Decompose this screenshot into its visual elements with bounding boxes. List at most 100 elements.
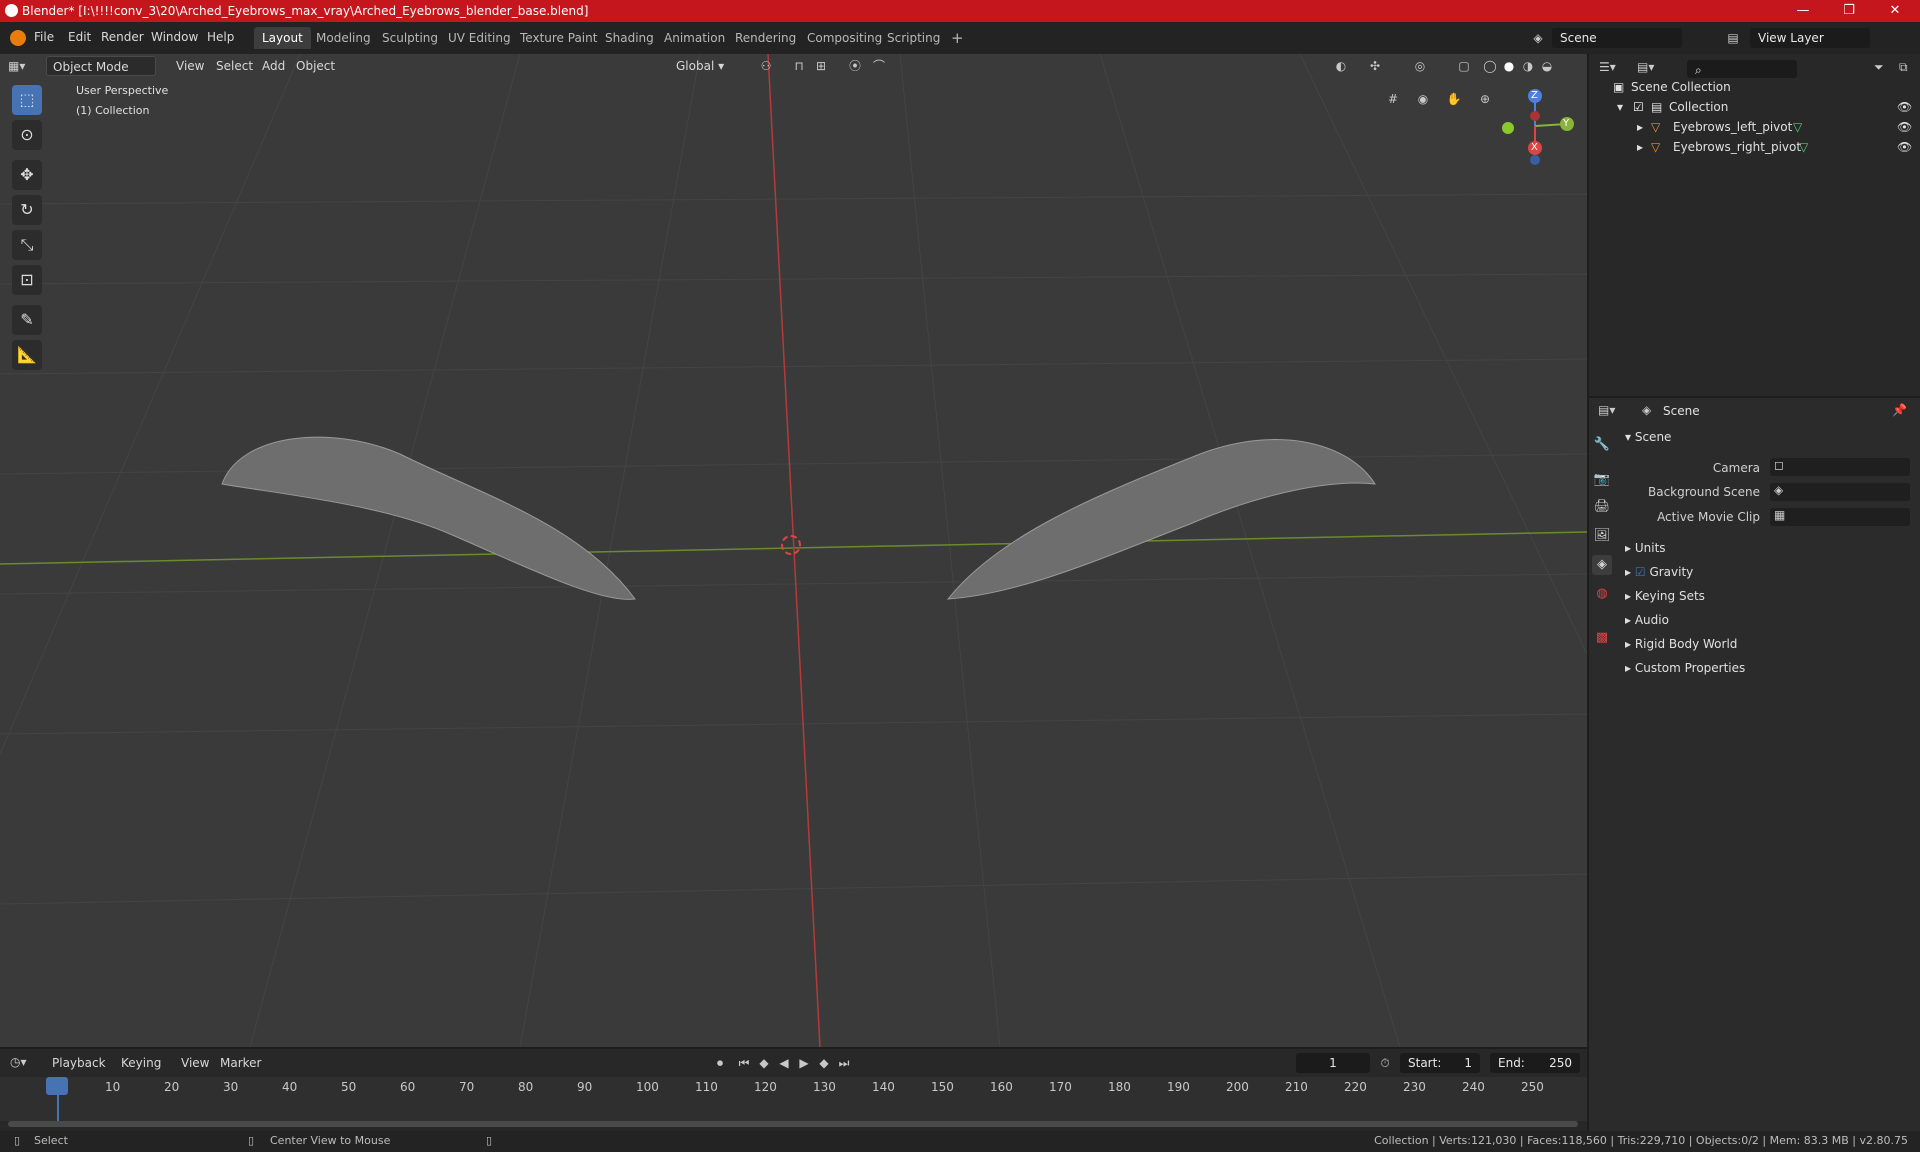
editor-type-icon[interactable]: ▦▾ <box>8 56 38 76</box>
play-icon[interactable]: ▶ <box>795 1054 813 1072</box>
expand-collection-icon[interactable]: ▾ <box>1617 97 1623 117</box>
display-mode-icon[interactable]: ▤▾ <box>1637 60 1667 78</box>
falloff-icon[interactable]: ⌒ <box>870 57 888 75</box>
scene-browse-icon[interactable]: ◈ <box>1528 28 1548 48</box>
menu-keying[interactable]: Keying <box>115 1053 167 1073</box>
transform-orientation-dropdown[interactable]: Global ▾ <box>670 56 730 76</box>
gravity-section[interactable]: ▸ ☑ Gravity <box>1625 562 1693 582</box>
transform-tool-icon[interactable]: ⊡ <box>12 265 42 295</box>
snap-icon[interactable]: ⊓ <box>790 57 808 75</box>
tab-layout[interactable]: Layout <box>254 27 311 49</box>
3d-viewport[interactable]: User Perspective (1) Collection Z Y X # … <box>0 54 1587 1047</box>
active-movie-clip-field[interactable]: ▦ <box>1770 508 1910 526</box>
outliner-editor-type-icon[interactable]: ☰▾ <box>1599 60 1629 78</box>
menu-select[interactable]: Select <box>210 56 259 76</box>
annotate-tool-icon[interactable]: ✎ <box>12 305 42 335</box>
add-workspace-button[interactable]: + <box>943 27 972 49</box>
snap-target-icon[interactable]: ⊞ <box>812 57 830 75</box>
tab-modeling[interactable]: Modeling <box>308 27 379 49</box>
background-scene-field[interactable]: ◈ <box>1770 483 1910 501</box>
blender-menu-icon[interactable] <box>10 30 26 46</box>
zoom-icon[interactable]: ⊕ <box>1476 90 1494 108</box>
end-frame-field[interactable]: End: 250 <box>1490 1053 1580 1073</box>
menu-marker[interactable]: Marker <box>214 1053 267 1073</box>
new-collection-icon[interactable]: ⧉ <box>1899 60 1908 75</box>
pan-hand-icon[interactable]: ✋ <box>1445 90 1463 108</box>
view-layer-field[interactable]: View Layer <box>1750 28 1870 48</box>
object-eye-icon[interactable]: 👁 <box>1897 117 1912 137</box>
view-layer-properties-icon[interactable]: 🖼 <box>1592 526 1612 546</box>
collection-checkbox-icon[interactable]: ☑ <box>1633 97 1644 117</box>
toggle-grid-icon[interactable]: # <box>1384 90 1402 108</box>
select-box-tool-icon[interactable]: ⬚ <box>12 85 42 115</box>
tab-sculpting[interactable]: Sculpting <box>374 27 446 49</box>
measure-tool-icon[interactable]: 📐 <box>12 340 42 370</box>
render-properties-icon[interactable]: 📷 <box>1592 470 1612 490</box>
units-section[interactable]: ▸ Units <box>1625 538 1666 558</box>
outliner-row-scene-collection[interactable]: ▣ Scene Collection <box>1589 77 1920 97</box>
timer-icon[interactable]: ⏱ <box>1376 1054 1394 1072</box>
outliner-search-input[interactable]: ⌕ <box>1687 60 1797 78</box>
tab-shading[interactable]: Shading <box>597 27 662 49</box>
start-frame-field[interactable]: Start: 1 <box>1400 1053 1480 1073</box>
custom-properties-section[interactable]: ▸ Custom Properties <box>1625 658 1745 678</box>
keying-sets-section[interactable]: ▸ Keying Sets <box>1625 586 1705 606</box>
view-layer-browse-icon[interactable]: ▤ <box>1723 28 1743 48</box>
wireframe-shading-icon[interactable]: ◯ <box>1481 57 1499 75</box>
scene-properties-icon[interactable]: ◈ <box>1592 555 1612 575</box>
cursor-tool-icon[interactable]: ⊙ <box>12 120 42 150</box>
tab-texture-paint[interactable]: Texture Paint <box>512 27 605 49</box>
next-keyframe-icon[interactable]: ◆ <box>815 1054 833 1072</box>
close-button[interactable]: ✕ <box>1872 0 1918 22</box>
tab-scripting[interactable]: Scripting <box>879 27 948 49</box>
rotate-tool-icon[interactable]: ↻ <box>12 195 42 225</box>
timeline-editor-type-icon[interactable]: ◷▾ <box>10 1055 27 1069</box>
pin-icon[interactable]: 📌 <box>1892 403 1907 417</box>
menu-timeline-view[interactable]: View <box>175 1053 215 1073</box>
filter-icon[interactable]: ⏷ <box>1874 60 1884 75</box>
rigid-body-world-section[interactable]: ▸ Rigid Body World <box>1625 634 1737 654</box>
texture-properties-icon[interactable]: ▩ <box>1592 628 1612 648</box>
mesh-data-icon[interactable]: ▽ <box>1799 137 1808 157</box>
menu-edit[interactable]: Edit <box>68 30 91 44</box>
properties-editor-type-icon[interactable]: ▤▾ <box>1598 403 1615 417</box>
menu-help[interactable]: Help <box>207 30 234 44</box>
solid-shading-icon[interactable]: ● <box>1500 57 1518 75</box>
3d-cursor-icon[interactable] <box>781 535 801 555</box>
object-mode-dropdown[interactable]: Object Mode <box>46 56 156 76</box>
rendered-shading-icon[interactable]: ◒ <box>1538 57 1556 75</box>
overlay-toggle-icon[interactable]: ◎ <box>1411 57 1429 75</box>
maximize-button[interactable]: ❐ <box>1826 0 1872 22</box>
menu-playback[interactable]: Playback <box>46 1053 112 1073</box>
pivot-point-icon[interactable]: ⚇ <box>757 57 775 75</box>
expand-object-icon[interactable]: ▸ <box>1637 117 1643 137</box>
menu-window[interactable]: Window <box>151 30 198 44</box>
object-eye-icon[interactable]: 👁 <box>1897 137 1912 157</box>
camera-view-icon[interactable]: ◉ <box>1414 90 1432 108</box>
timeline-scrollbar[interactable] <box>8 1121 1578 1127</box>
camera-field[interactable]: ◻ <box>1770 458 1910 476</box>
jump-start-icon[interactable]: ⏮ <box>735 1054 753 1072</box>
menu-render[interactable]: Render <box>101 30 144 44</box>
record-icon[interactable]: ⏺ <box>711 1054 729 1072</box>
scene-panel-header[interactable]: ▾ Scene <box>1625 427 1671 447</box>
tab-uv-editing[interactable]: UV Editing <box>440 27 519 49</box>
audio-section[interactable]: ▸ Audio <box>1625 610 1669 630</box>
menu-object[interactable]: Object <box>290 56 341 76</box>
current-frame-field[interactable]: 1 <box>1296 1053 1370 1073</box>
jump-end-icon[interactable]: ⏭ <box>835 1054 853 1072</box>
playhead[interactable] <box>46 1077 68 1095</box>
menu-file[interactable]: File <box>34 30 54 44</box>
menu-view[interactable]: View <box>170 56 210 76</box>
move-tool-icon[interactable]: ✥ <box>12 160 42 190</box>
tab-rendering[interactable]: Rendering <box>727 27 804 49</box>
gizmo-toggle-icon[interactable]: ✣ <box>1366 57 1384 75</box>
visibility-icon[interactable]: ◐ <box>1332 57 1350 75</box>
material-shading-icon[interactable]: ◑ <box>1519 57 1537 75</box>
scale-tool-icon[interactable]: ⤡ <box>12 230 42 260</box>
output-properties-icon[interactable]: 🖨 <box>1592 497 1612 517</box>
outliner-row-object[interactable]: ▸ ▽ Eyebrows_right_pivot ▽ 👁 <box>1589 137 1920 157</box>
expand-object-icon[interactable]: ▸ <box>1637 137 1643 157</box>
xray-toggle-icon[interactable]: ▢ <box>1455 57 1473 75</box>
outliner-row-object[interactable]: ▸ ▽ Eyebrows_left_pivot ▽ 👁 <box>1589 117 1920 137</box>
